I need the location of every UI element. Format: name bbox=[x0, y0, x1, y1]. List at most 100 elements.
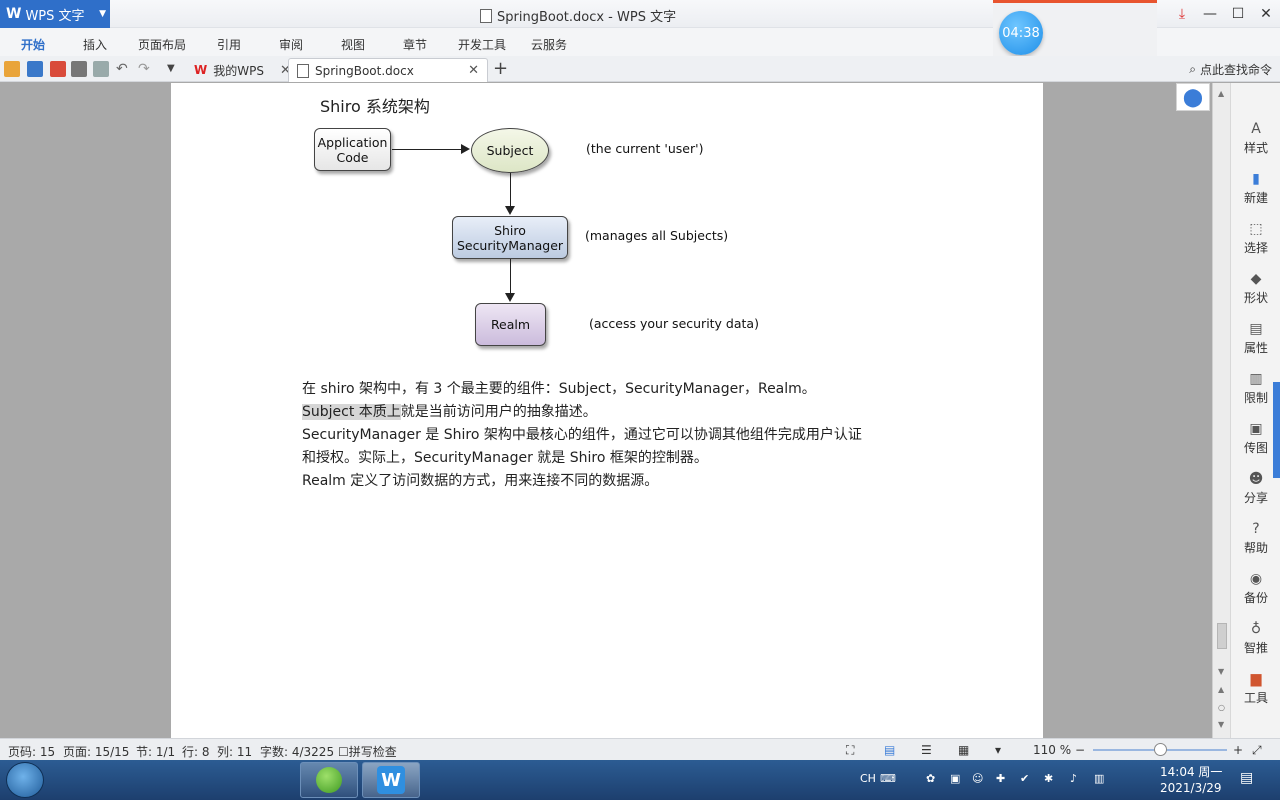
sidebar-item-properties[interactable]: ▤ 属性 bbox=[1231, 321, 1280, 356]
wps-window: W WPS 文字 ▼ SpringBoot.docx - WPS 文字 ⤓ — … bbox=[0, 0, 1280, 800]
close-icon[interactable]: ✕ bbox=[468, 63, 479, 78]
shapes-icon: ◆ bbox=[1250, 271, 1262, 287]
app-menu-button[interactable]: W WPS 文字 ▼ bbox=[0, 0, 110, 28]
sidebar-collapse-handle[interactable] bbox=[1273, 382, 1280, 478]
new-tab-plus-icon[interactable]: + bbox=[493, 60, 509, 78]
tray-tool-icon[interactable]: ✱ bbox=[1044, 772, 1053, 785]
zoom-out-icon[interactable]: − bbox=[1075, 743, 1085, 757]
print-preview-icon[interactable] bbox=[93, 61, 109, 77]
status-pages[interactable]: 页面: 15/15 bbox=[63, 743, 129, 760]
sidebar-label: 限制 bbox=[1243, 391, 1268, 405]
redo-icon[interactable]: ↷ bbox=[138, 61, 154, 77]
sidebar-label: 分享 bbox=[1243, 491, 1268, 505]
print-icon[interactable] bbox=[71, 61, 87, 77]
outline-view-icon[interactable]: ☰ bbox=[921, 743, 932, 757]
zoom-level[interactable]: 110 % bbox=[1033, 743, 1071, 757]
next-page-icon[interactable]: ▼ bbox=[1218, 720, 1224, 729]
tab-springboot-docx[interactable]: SpringBoot.docx ✕ bbox=[288, 58, 488, 82]
paragraph-subject: Subject 本质上就是当前访问用户的抽象描述。 bbox=[302, 402, 597, 422]
styles-icon: A bbox=[1251, 121, 1261, 137]
qq-icon[interactable]: ☺ bbox=[972, 772, 983, 785]
minimize-button[interactable]: — bbox=[1196, 0, 1224, 28]
sidebar-label: 传图 bbox=[1243, 441, 1268, 455]
scroll-down-icon[interactable]: ▼ bbox=[1218, 667, 1224, 676]
tray-app-icon[interactable]: ✿ bbox=[926, 772, 935, 785]
wps-writer-icon: W bbox=[377, 766, 405, 794]
customize-dropdown-icon[interactable]: ▼ bbox=[167, 61, 183, 77]
sidebar-item-select[interactable]: ⬚ 选择 bbox=[1231, 221, 1280, 256]
sidebar-item-new[interactable]: ▮ 新建 bbox=[1231, 171, 1280, 206]
note-security-data: (access your security data) bbox=[589, 316, 759, 331]
taskbar-wps-writer[interactable]: W bbox=[362, 762, 420, 798]
tab-chapter[interactable]: 章节 bbox=[403, 36, 427, 53]
sidebar-label: 选择 bbox=[1243, 241, 1268, 255]
start-button[interactable] bbox=[6, 762, 44, 798]
location-pin-icon[interactable]: ⬤ bbox=[1176, 83, 1210, 111]
diagram-realm: Realm bbox=[475, 303, 546, 346]
document-page[interactable]: Shiro 系统架构 Application Code Subject (the… bbox=[171, 83, 1043, 738]
sidebar-item-recommend[interactable]: ♁ 智推 bbox=[1231, 621, 1280, 656]
help-icon: ? bbox=[1252, 521, 1260, 537]
page-view-icon[interactable]: ▤ bbox=[884, 743, 895, 757]
open-folder-icon[interactable] bbox=[4, 61, 20, 77]
command-search[interactable]: ⌕ 点此查找命令 bbox=[1189, 61, 1272, 78]
tab-developer[interactable]: 开发工具 bbox=[458, 36, 506, 53]
keyboard-icon[interactable]: ⌨ bbox=[880, 772, 896, 785]
tab-page-layout[interactable]: 页面布局 bbox=[138, 36, 186, 53]
diagram-subject: Subject bbox=[471, 128, 549, 173]
zoom-slider-knob[interactable] bbox=[1154, 743, 1167, 756]
network-icon[interactable]: ▥ bbox=[1094, 772, 1104, 785]
tab-my-wps[interactable]: W 我的WPS ✕ bbox=[186, 58, 299, 82]
image-icon: ▣ bbox=[1249, 421, 1263, 437]
spell-check-toggle[interactable]: ☐拼写检查 bbox=[338, 743, 397, 760]
tray-check-icon[interactable]: ✔ bbox=[1020, 772, 1029, 785]
save-icon[interactable] bbox=[27, 61, 43, 77]
previous-page-icon[interactable]: ▲ bbox=[1218, 685, 1224, 694]
close-button[interactable]: ✕ bbox=[1252, 0, 1280, 28]
taskbar-spring-tool[interactable] bbox=[300, 762, 358, 798]
maximize-button[interactable]: ☐ bbox=[1224, 0, 1252, 28]
fit-window-icon[interactable]: ⤢ bbox=[1252, 743, 1262, 758]
scroll-up-icon[interactable]: ▲ bbox=[1218, 89, 1224, 98]
spell-check-label: 拼写检查 bbox=[348, 745, 397, 759]
paragraph-security-manager-line2: 和授权。实际上，SecurityManager 就是 Shiro 框架的控制器。 bbox=[302, 450, 708, 466]
spring-leaf-icon bbox=[316, 767, 342, 793]
sidebar-item-shapes[interactable]: ◆ 形状 bbox=[1231, 271, 1280, 306]
tab-insert[interactable]: 插入 bbox=[83, 36, 107, 53]
tab-view[interactable]: 视图 bbox=[341, 36, 365, 53]
tray-security-icon[interactable]: ✚ bbox=[996, 772, 1005, 785]
volume-icon[interactable]: ♪ bbox=[1070, 772, 1077, 785]
ime-indicator[interactable]: CH bbox=[860, 772, 876, 785]
command-search-label: 点此查找命令 bbox=[1199, 63, 1272, 77]
vertical-scrollbar[interactable]: ▲ ▼ ▲ ○ ▼ bbox=[1212, 83, 1230, 738]
tab-cloud-services[interactable]: 云服务 bbox=[531, 36, 567, 53]
paragraph-realm: Realm 定义了访问数据的方式，用来连接不同的数据源。 bbox=[302, 473, 659, 489]
notification-icon[interactable]: ▤ bbox=[1240, 770, 1253, 786]
sidebar-item-tools[interactable]: ▆ 工具 bbox=[1231, 671, 1280, 706]
section-heading: Shiro 系统架构 bbox=[320, 97, 430, 116]
tab-review[interactable]: 审阅 bbox=[279, 36, 303, 53]
sidebar-label: 备份 bbox=[1243, 591, 1268, 605]
timer-display[interactable]: 04:38 bbox=[999, 11, 1043, 55]
paragraph-components: 在 shiro 架构中，有 3 个最主要的组件：Subject，Security… bbox=[302, 381, 816, 397]
tab-home[interactable]: 开始 bbox=[21, 36, 45, 53]
system-clock[interactable]: 14:04 周一 2021/3/29 bbox=[1160, 764, 1222, 796]
tray-vs-icon[interactable]: ▣ bbox=[950, 772, 960, 785]
tab-references[interactable]: 引用 bbox=[217, 36, 241, 53]
select-browse-icon[interactable]: ○ bbox=[1218, 703, 1225, 712]
zoom-in-icon[interactable]: + bbox=[1233, 743, 1243, 757]
undo-icon[interactable]: ↶ bbox=[116, 61, 132, 77]
sidebar-label: 工具 bbox=[1243, 691, 1268, 705]
scrollbar-thumb[interactable] bbox=[1217, 623, 1227, 649]
sidebar-label: 帮助 bbox=[1243, 541, 1268, 555]
sidebar-item-help[interactable]: ? 帮助 bbox=[1231, 521, 1280, 556]
status-word-count[interactable]: 字数: 4/3225 bbox=[260, 743, 334, 760]
reading-mode-icon[interactable]: ▾ bbox=[995, 743, 1001, 757]
export-pdf-icon[interactable] bbox=[50, 61, 66, 77]
sidebar-item-styles[interactable]: A 样式 bbox=[1231, 121, 1280, 156]
sidebar-item-backup[interactable]: ◉ 备份 bbox=[1231, 571, 1280, 606]
download-icon[interactable]: ⤓ bbox=[1168, 0, 1196, 28]
fullscreen-icon[interactable]: ⛶ bbox=[846, 743, 854, 758]
select-icon: ⬚ bbox=[1249, 221, 1263, 237]
web-view-icon[interactable]: ▦ bbox=[958, 743, 969, 757]
